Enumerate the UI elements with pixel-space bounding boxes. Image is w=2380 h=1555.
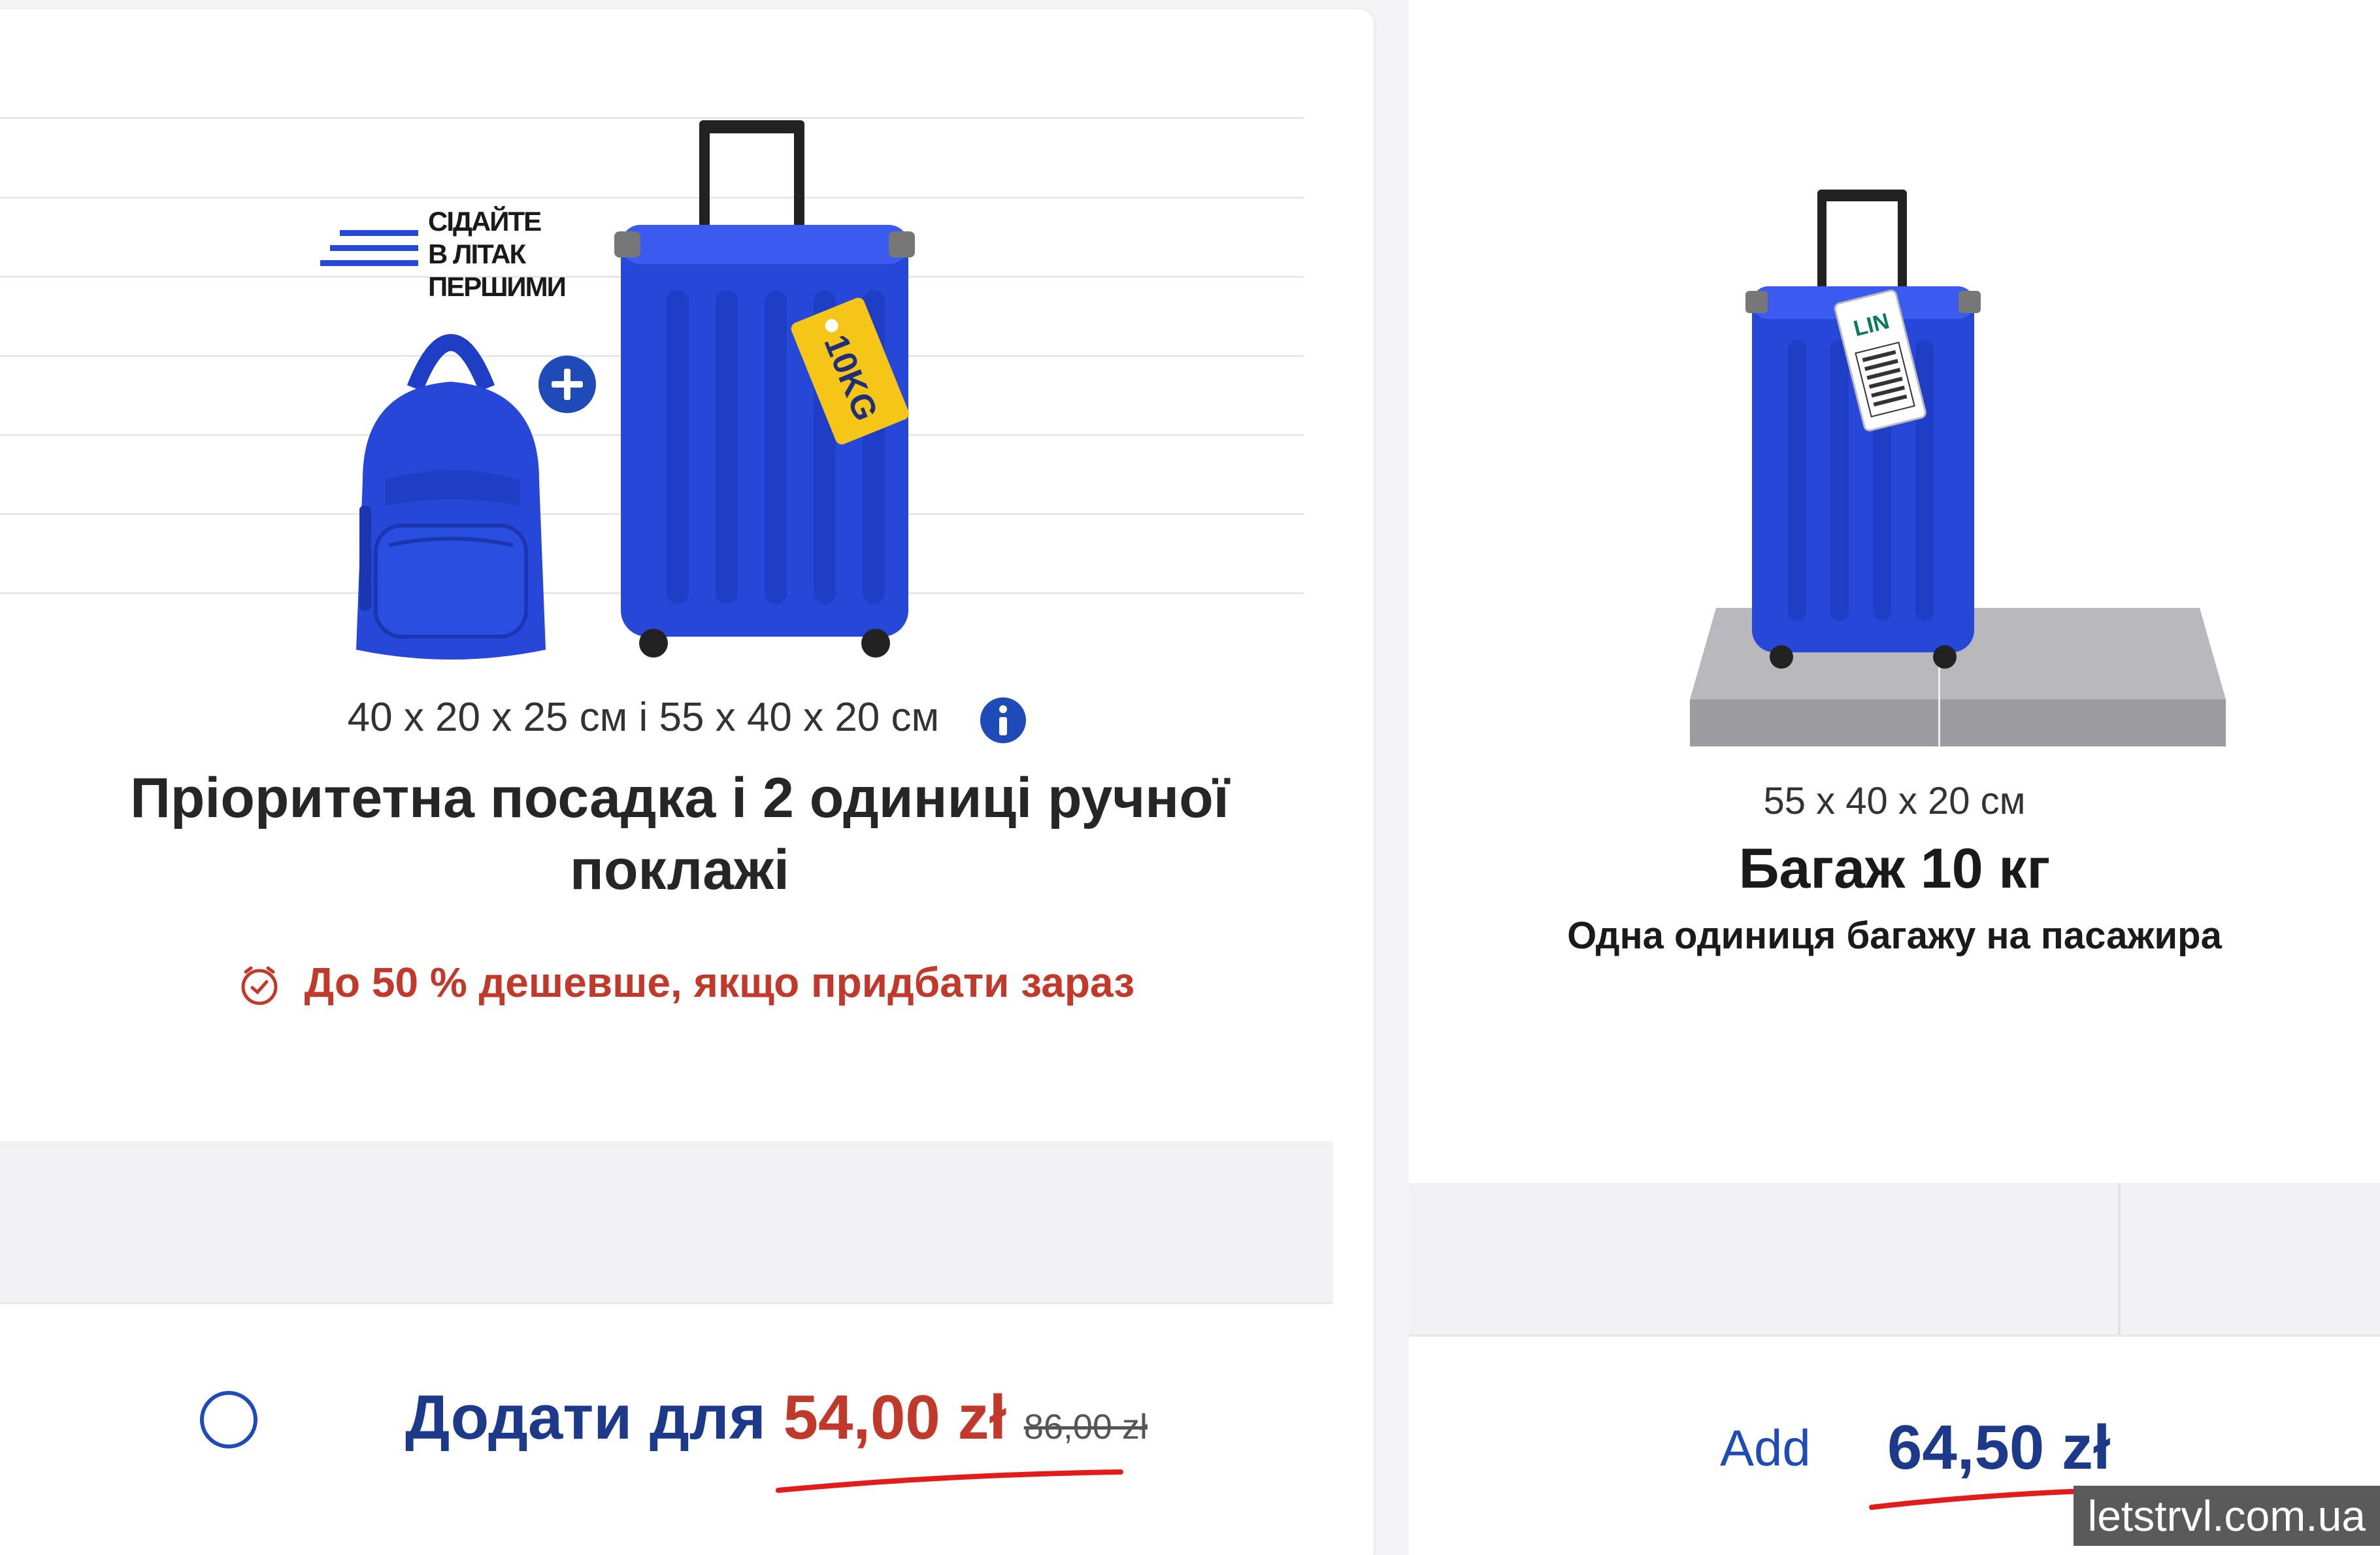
speed-lines-icon: [320, 230, 418, 266]
divider: [0, 1302, 1333, 1304]
empty-band: [1409, 1183, 2380, 1335]
divider: [1409, 1335, 2380, 1337]
badge-line: ПЕРШИМИ: [428, 271, 567, 302]
old-price: 86,00 zł: [1023, 1407, 1148, 1446]
info-icon[interactable]: [980, 697, 1027, 743]
add-button[interactable]: Додати для 54,00 zł 86,00 zł: [405, 1382, 1148, 1454]
divider: [2118, 1183, 2121, 1335]
plus-icon: [538, 356, 596, 413]
add-button[interactable]: Add: [1720, 1418, 1811, 1478]
promo-text: До 50 % дешевше, якщо придбати зараз: [304, 959, 1135, 1006]
dimensions-text: 55 x 40 x 20 см: [1763, 780, 2026, 822]
priority-boarding-card: СІДАЙТЕ В ЛІТАК ПЕРШИМИ 10KG 40 x 20 x 2…: [0, 9, 1374, 1555]
select-radio[interactable]: [200, 1391, 257, 1448]
price: 54,00 zł: [783, 1382, 1007, 1452]
dimensions-text: 40 x 20 x 25 см і 55 x 40 x 20 см: [347, 695, 940, 740]
suitcase-image: 10KG: [614, 120, 915, 658]
empty-band: [0, 1141, 1333, 1302]
badge-line: СІДАЙТЕ: [428, 206, 542, 237]
add-label: Додати для: [405, 1382, 766, 1452]
underline-annotation: [776, 1469, 1123, 1493]
product-subtitle: Одна одиниця багажу на пасажира: [1567, 914, 2222, 957]
checked-bag-image: LIN: [1690, 190, 2226, 746]
product-title: Пріоритетна посадка і 2 одиниці ручної п…: [130, 767, 1229, 901]
clock-icon: [241, 966, 278, 1005]
product-title: Багаж 10 кг: [1738, 837, 2051, 900]
divider: [0, 117, 1304, 119]
priority-boarding-badge: СІДАЙТЕ В ЛІТАК ПЕРШИМИ: [320, 205, 595, 316]
badge-line: В ЛІТАК: [428, 239, 526, 269]
watermark: letstrvl.com.ua: [2073, 1486, 2380, 1546]
checked-bag-card: LIN 55 x 40 x 20 см Багаж 10 кг Одна оди…: [1409, 0, 2380, 1555]
